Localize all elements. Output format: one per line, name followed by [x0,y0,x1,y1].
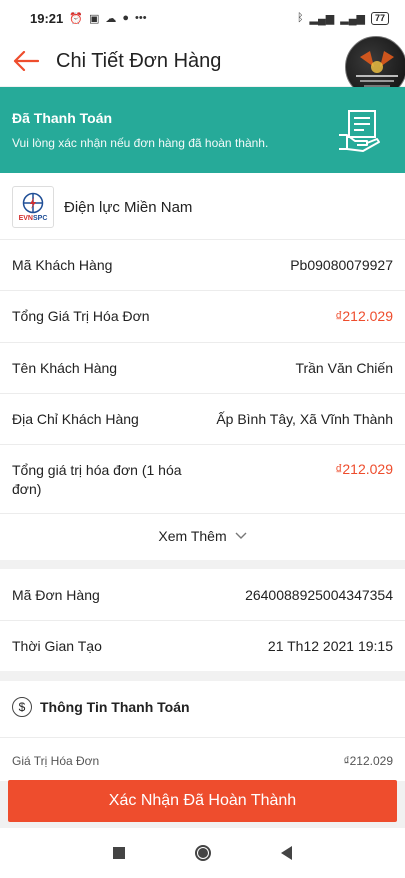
order-row-created-time: Thời Gian Tạo 21 Th12 2021 19:15 [0,621,405,671]
evnspc-logo: EVNSPC [12,186,54,228]
order-label: Thời Gian Tạo [12,638,102,654]
home-icon[interactable] [195,845,211,861]
detail-label: Tổng giá trị hóa đơn (1 hóa đơn) [12,462,182,497]
detail-value: ₫212.029 [335,461,393,477]
cloud-icon: ☁ [105,12,117,25]
mo-icon: ▣ [88,12,100,25]
payment-title: $ Thông Tin Thanh Toán [12,697,190,717]
detail-row-customer-name: Tên Khách Hàng Trần Văn Chiến [0,343,405,393]
order-value: 2640088925004347354 [245,586,393,603]
order-row-id: Mã Đơn Hàng 2640088925004347354 [0,569,405,620]
detail-label: Tên Khách Hàng [12,360,118,376]
detail-value: Pb09080079927 [290,257,393,273]
detail-value: Ấp Bình Tây, Xã Vĩnh Thành [216,411,393,427]
detail-row-total-bills: Tổng giá trị hóa đơn (1 hóa đơn) ₫212.02… [0,445,405,513]
confirm-completed-button[interactable]: Xác Nhận Đã Hoàn Thành [8,780,397,822]
chevron-down-icon [235,532,247,539]
recent-apps-icon[interactable] [113,847,125,859]
payment-info-card: $ Thông Tin Thanh Toán Giá Trị Hóa Đơn ₫… [0,681,405,781]
detail-label: Địa Chỉ Khách Hàng [12,411,139,427]
back-arrow-icon [13,51,39,71]
app-header: Chi Tiết Đơn Hàng [0,36,405,98]
payment-label: Giá Trị Hóa Đơn [12,754,100,768]
alarm-icon: ⏰ [69,12,83,25]
detail-label: Mã Khách Hàng [12,257,113,273]
bluetooth-icon: ᛒ [296,12,304,24]
detail-row-customer-address: Địa Chỉ Khách Hàng Ấp Bình Tây, Xã Vĩnh … [0,394,405,444]
messenger-icon: ● [122,12,130,24]
detail-value: Trần Văn Chiến [295,360,393,376]
page-title: Chi Tiết Đơn Hàng [56,49,222,72]
order-value: 21 Th12 2021 19:15 [267,638,393,654]
detail-label: Tổng Giá Trị Hóa Đơn [12,308,150,324]
system-back-icon[interactable] [281,846,292,860]
payment-value: ₫212.029 [343,754,393,768]
battery-icon: 77 [370,11,389,25]
banner-subtitle: Vui lòng xác nhận nếu đơn hàng đã hoàn t… [12,136,269,150]
dollar-coin-icon: $ [12,697,32,717]
see-more-label: Xem Thêm [158,528,227,544]
status-time: 19:21 [30,10,64,26]
detail-row-bill-total: Tổng Giá Trị Hóa Đơn ₫212.029 [0,291,405,341]
order-details-card: EVNSPC Điện lực Miền Nam Mã Khách Hàng P… [0,173,405,560]
provider-row: EVNSPC Điện lực Miền Nam [0,185,405,229]
payment-row-bill-value: Giá Trị Hóa Đơn ₫212.029 [0,754,405,768]
system-nav-bar [0,828,405,878]
order-info-card: Mã Đơn Hàng 2640088925004347354 Thời Gia… [0,569,405,671]
signal-icon: ▂▄▆ [309,12,335,25]
signal-icon-2: ▂▄▆ [340,12,365,25]
banner-title: Đã Thanh Toán [12,110,113,126]
detail-value: ₫212.029 [335,308,393,324]
more-notifications-icon: ••• [135,12,147,24]
status-bar: 19:21 ⏰ ▣ ☁ ● ••• ᛒ ▂▄▆ ▂▄▆ 77 [0,0,405,36]
order-label: Mã Đơn Hàng [12,586,100,603]
back-button[interactable] [2,37,50,85]
payment-title-text: Thông Tin Thanh Toán [40,699,190,715]
detail-row-customer-code: Mã Khách Hàng Pb09080079927 [0,240,405,290]
see-more-button[interactable]: Xem Thêm [0,514,405,558]
provider-name: Điện lực Miền Nam [64,198,193,216]
payment-status-banner: Đã Thanh Toán Vui lòng xác nhận nếu đơn … [0,87,405,173]
receipt-hand-icon [339,110,380,152]
